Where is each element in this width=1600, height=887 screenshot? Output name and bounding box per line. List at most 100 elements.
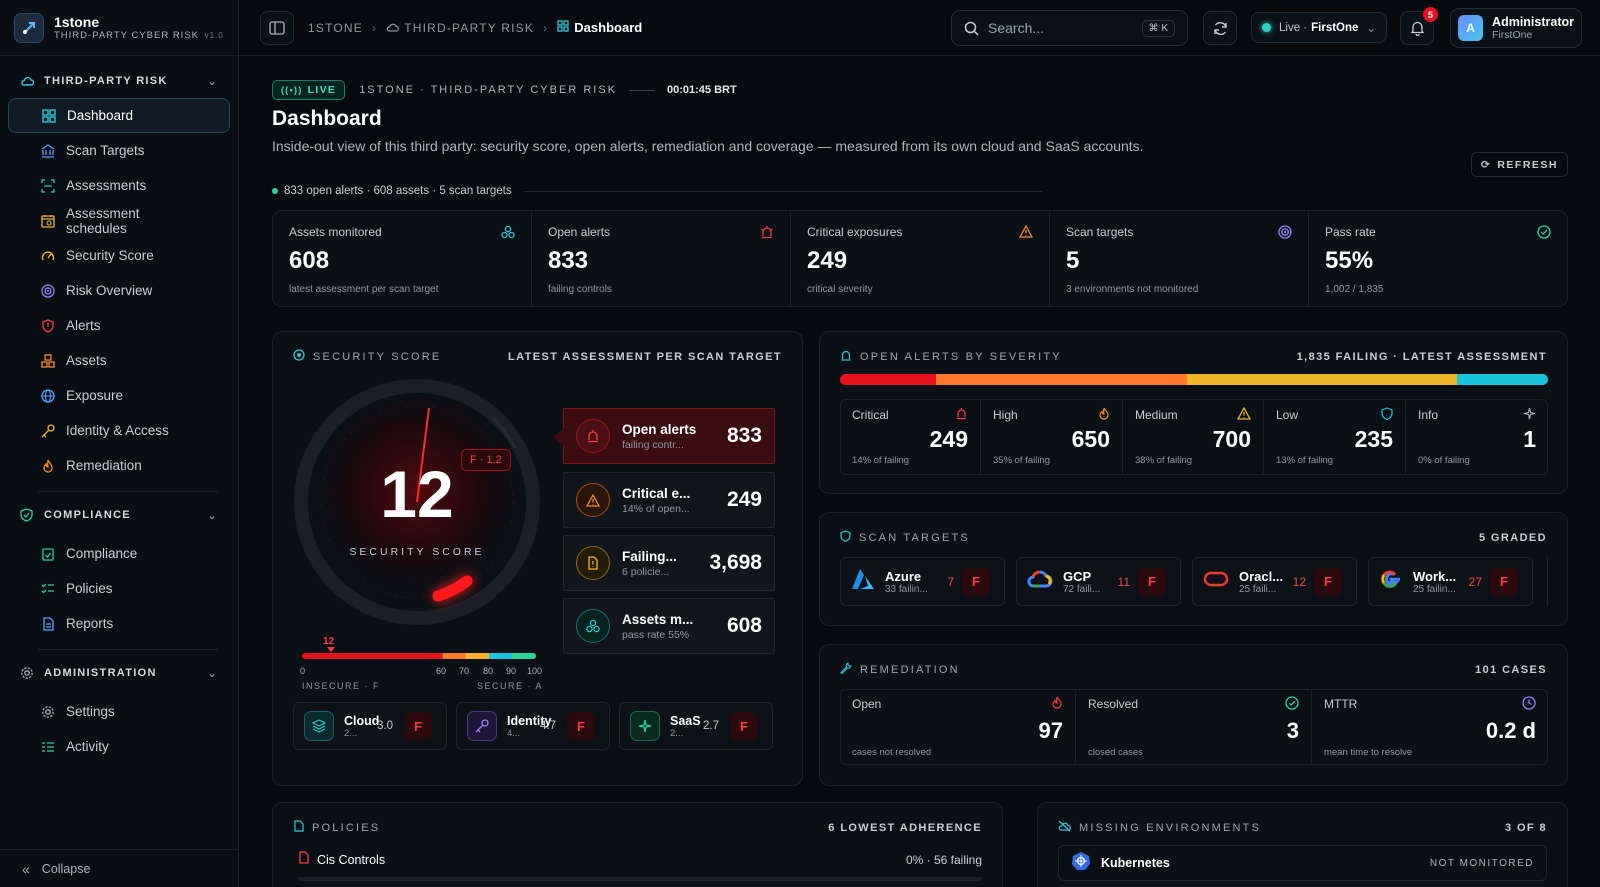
kpi-assets[interactable]: Assets monitored 608 latest assessment p… [273, 211, 532, 306]
severity-value: 1 [1523, 426, 1536, 452]
kpi-pass-rate[interactable]: Pass rate 55% 1,002 / 1,835 [1309, 211, 1567, 306]
missing-environments-card: MISSING ENVIRONMENTS 3 OF 8 Kubernetes N… [1037, 802, 1568, 887]
env-status: Live · [1279, 21, 1308, 34]
severity-high[interactable]: High 650 35% of failing [981, 399, 1123, 475]
policy-value: 0% · 56 failing [905, 853, 982, 867]
sidebar-item-policies[interactable]: Policies [8, 571, 230, 606]
card-subtitle: 6 LOWEST ADHERENCE [828, 821, 982, 834]
scan-icon [40, 178, 56, 194]
remediation-resolved[interactable]: Resolved 3 closed cases [1076, 689, 1312, 765]
user-menu[interactable]: A Administrator FirstOne [1450, 8, 1582, 48]
section-third-party-risk[interactable]: THIRD-PARTY RISK ⌄ [0, 70, 238, 92]
secure-label: SECURE · A [477, 681, 544, 691]
sidebar-item-identity-access[interactable]: Identity & Access [8, 413, 230, 448]
file-text-icon [40, 616, 56, 632]
severity-low[interactable]: Low 235 13% of failing [1264, 399, 1406, 475]
sidebar-item-settings[interactable]: Settings [8, 694, 230, 729]
bank-icon [40, 143, 56, 159]
severity-label: Info [1418, 408, 1439, 422]
category-identity[interactable]: Identity 4... 4.7 F [456, 702, 610, 750]
refresh-button[interactable]: ⟳ REFRESH [1471, 152, 1568, 177]
bell-icon [1410, 21, 1424, 36]
card-title: MISSING ENVIRONMENTS [1079, 821, 1262, 834]
search-placeholder: Search... [988, 20, 1045, 36]
sidebar-item-activity[interactable]: Activity [8, 729, 230, 764]
breadcrumb-section[interactable]: THIRD-PARTY RISK [404, 21, 534, 35]
azure-logo-icon [851, 568, 875, 595]
kpi-value: 249 [807, 247, 848, 274]
metric-critical-exposures[interactable]: Critical e... 14% of open... 249 [563, 472, 775, 528]
scan-target-workspace[interactable]: Work... 25 failin... 27 F [1368, 557, 1533, 606]
kpi-sub: 1,002 / 1,835 [1325, 284, 1384, 295]
scan-target-gcp[interactable]: GCP 72 faili... 11 F [1016, 557, 1181, 606]
sparkles-icon [630, 711, 660, 741]
shield-alert-icon [40, 318, 56, 334]
gear-icon [20, 666, 34, 680]
category-cloud[interactable]: Cloud 2... 3.0 F [293, 702, 447, 750]
scan-target-azure[interactable]: Azure 33 failin... 7 F [840, 557, 1005, 606]
missing-env-row[interactable]: Kubernetes NOT MONITORED [1058, 845, 1547, 881]
sidebar-item-reports[interactable]: Reports [8, 606, 230, 641]
sidebar-item-dashboard[interactable]: Dashboard [8, 98, 230, 133]
status-badge: NOT MONITORED [1429, 857, 1534, 869]
collapse-button[interactable]: « Collapse [0, 849, 238, 887]
sidebar-item-remediation[interactable]: Remediation [8, 448, 230, 483]
severity-critical[interactable]: Critical 249 14% of failing [840, 399, 981, 475]
sidebar: 1stone THIRD-PARTY CYBER RISK v1.0 THIRD… [0, 0, 239, 887]
sidebar-item-scan-targets[interactable]: Scan Targets [8, 133, 230, 168]
grade-badge: F [567, 712, 595, 740]
metric-assets-monitored[interactable]: Assets m... pass rate 55% 608 [563, 598, 775, 654]
live-badge: ((•)) LIVE [272, 80, 346, 100]
category-score: 4.7 [540, 720, 556, 732]
shield-icon [1381, 407, 1393, 425]
remediation-card: REMEDIATION 101 CASES Open 97 cases not … [819, 644, 1568, 786]
check-circle-icon [1285, 696, 1299, 715]
toggle-sidebar-button[interactable] [260, 10, 294, 45]
remediation-open[interactable]: Open 97 cases not resolved [840, 689, 1076, 765]
notifications-button[interactable]: 5 [1400, 7, 1438, 45]
section-administration[interactable]: ADMINISTRATION ⌄ [0, 662, 238, 684]
remediation-mttr[interactable]: MTTR 0.2 d mean time to resolve [1312, 689, 1548, 765]
environment-select[interactable]: Live · FirstOne ⌄ [1251, 12, 1387, 43]
page-description: Inside-out view of this third party: sec… [272, 138, 1144, 154]
category-score: 3.0 [377, 720, 393, 732]
target-count: 7 [947, 574, 954, 589]
sidebar-item-exposure[interactable]: Exposure [8, 378, 230, 413]
kpi-critical-exposures[interactable]: Critical exposures 249 critical severity [791, 211, 1050, 306]
sidebar-item-assets[interactable]: Assets [8, 343, 230, 378]
sidebar-item-risk-overview[interactable]: Risk Overview [8, 273, 230, 308]
warning-icon [1018, 224, 1034, 243]
metric-failing-policies[interactable]: Failing... 6 policie... 3,698 [563, 535, 775, 591]
sidebar-item-assessment-schedules[interactable]: Assessment schedules [8, 203, 230, 238]
category-saas[interactable]: SaaS 2... 2.7 F [619, 702, 773, 750]
search-input[interactable]: Search... ⌘ K [951, 10, 1188, 46]
severity-label: Medium [1135, 408, 1178, 422]
sidebar-item-alerts[interactable]: Alerts [8, 308, 230, 343]
sidebar-item-security-score[interactable]: Security Score [8, 238, 230, 273]
remediation-label: Open [852, 697, 882, 711]
severity-info[interactable]: Info 1 0% of failing [1406, 399, 1548, 475]
page-title: Dashboard [272, 107, 382, 130]
severity-medium[interactable]: Medium 700 38% of failing [1123, 399, 1264, 475]
kpi-value: 608 [289, 247, 330, 274]
brand[interactable]: 1stone THIRD-PARTY CYBER RISK v1.0 [0, 0, 238, 56]
scan-target-oracle[interactable]: Oracl... 25 faili... 12 F [1192, 557, 1357, 606]
policy-row[interactable]: Cis Controls 0% · 56 failing [298, 845, 982, 875]
key-icon [467, 711, 497, 741]
warning-icon [1236, 406, 1252, 425]
breadcrumb-root[interactable]: 1STONE [308, 21, 363, 35]
section-compliance[interactable]: COMPLIANCE ⌄ [0, 504, 238, 526]
sidebar-item-assessments[interactable]: Assessments [8, 168, 230, 203]
refresh-icon-button[interactable] [1203, 11, 1237, 45]
sidebar-item-compliance[interactable]: Compliance [8, 536, 230, 571]
kpi-open-alerts[interactable]: Open alerts 833 failing controls [532, 211, 791, 306]
kpi-scan-targets[interactable]: Scan targets 5 3 environments not monito… [1050, 211, 1309, 306]
topbar: 1STONE › THIRD-PARTY RISK › Dashboard Se… [239, 0, 1600, 56]
severity-sub: 14% of failing [852, 455, 910, 466]
remediation-label: MTTR [1324, 697, 1358, 711]
metric-open-alerts[interactable]: Open alerts failing contr... 833 [553, 408, 775, 464]
card-title: SCAN TARGETS [859, 531, 970, 544]
metric-value: 249 [726, 488, 762, 511]
insecure-label: INSECURE · F [302, 681, 381, 691]
brand-version: v1.0 [204, 31, 224, 40]
